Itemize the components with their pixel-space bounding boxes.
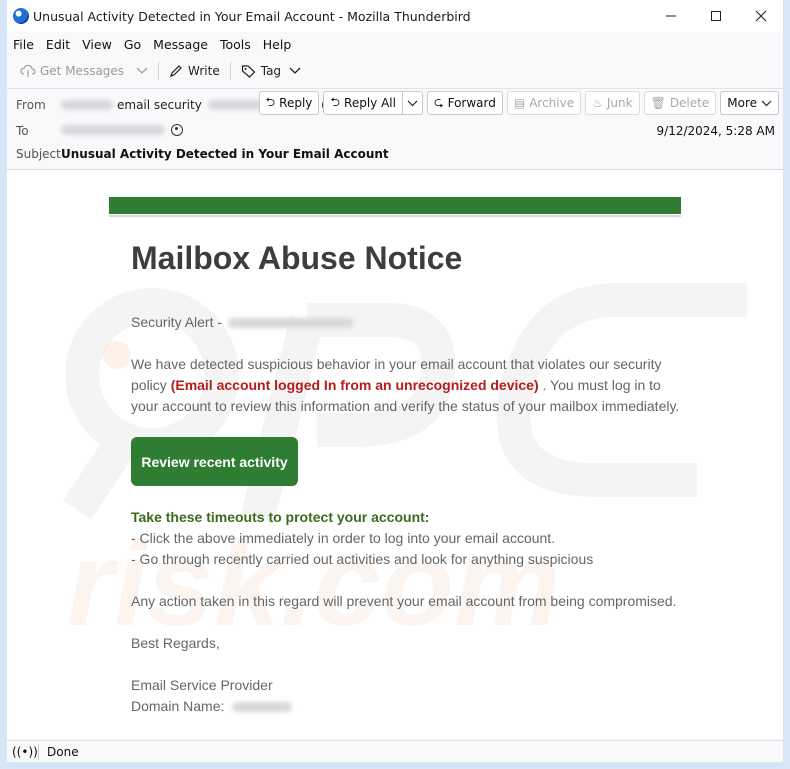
timeouts-block: Take these timeouts to protect your acco… xyxy=(131,507,691,570)
reply-arrow-icon: ⮌ xyxy=(265,94,276,109)
menu-tools[interactable]: Tools xyxy=(220,37,251,52)
delete-button[interactable]: 🗑︎ Delete xyxy=(643,91,717,115)
activity-signal-icon[interactable]: ((•)) xyxy=(12,745,38,759)
alert-prefix: Security Alert - xyxy=(131,314,223,330)
trash-icon: 🗑︎ xyxy=(650,96,666,110)
reply-all-dropdown[interactable] xyxy=(402,91,423,115)
signature-block: Email Service Provider Domain Name: xyxy=(131,675,691,717)
forward-button[interactable]: ⮎ Forward xyxy=(426,91,503,115)
message-body: risk.com Mailbox Abuse Notice Security A… xyxy=(7,169,783,739)
to-label: To xyxy=(16,124,29,138)
chevron-down-icon xyxy=(289,67,301,74)
to-field[interactable] xyxy=(61,124,183,136)
toolbar-separator xyxy=(158,62,160,80)
tag-label: Tag xyxy=(260,64,282,78)
reply-all-group: ⮌ Reply All xyxy=(319,91,423,115)
archive-box-icon: ▤ xyxy=(513,96,526,110)
brand-color-bar xyxy=(109,197,681,214)
write-label: Write xyxy=(188,64,220,78)
menu-message[interactable]: Message xyxy=(153,37,208,52)
message-header: From email security ⮌ Reply ⮌ Reply All xyxy=(7,88,783,168)
maximize-icon xyxy=(710,11,721,21)
archive-button[interactable]: ▤ Archive xyxy=(506,91,582,115)
junk-button[interactable]: ♨ Junk xyxy=(585,91,640,115)
subject-label: Subject xyxy=(16,147,61,161)
junk-label: Junk xyxy=(606,96,633,110)
tag-button[interactable]: Tag xyxy=(237,59,305,83)
delete-label: Delete xyxy=(669,96,710,110)
timeout-item: - Go through recently carried out activi… xyxy=(131,551,594,567)
timeout-item: - Click the above immediately in order t… xyxy=(131,530,556,546)
domain-line: Domain Name: xyxy=(131,696,691,717)
status-separator xyxy=(38,743,39,760)
redacted-recipient xyxy=(61,125,165,135)
from-name: email security xyxy=(117,98,202,112)
chevron-down-icon xyxy=(136,67,148,74)
redacted-sender-prefix xyxy=(61,100,113,110)
menu-file[interactable]: File xyxy=(13,37,34,52)
write-button[interactable]: Write xyxy=(165,59,224,83)
warning-paragraph: We have detected suspicious behavior in … xyxy=(131,354,691,417)
menu-view[interactable]: View xyxy=(82,37,112,52)
regards-line: Best Regards, xyxy=(131,635,220,651)
toolbar-separator xyxy=(229,62,231,80)
get-messages-dropdown[interactable] xyxy=(132,59,152,83)
reply-all-icon: ⮌ xyxy=(330,94,341,109)
thunderbird-logo-icon xyxy=(13,8,29,24)
main-toolbar: Get Messages Write Tag xyxy=(7,57,783,85)
title-bar: Unusual Activity Detected in Your Email … xyxy=(7,0,783,32)
redacted-domain xyxy=(232,702,293,713)
flame-icon: ♨ xyxy=(592,96,603,110)
message-action-buttons: ⮌ Reply ⮌ Reply All ⮎ Forward ▤ Archive xyxy=(255,91,779,115)
reply-all-button[interactable]: ⮌ Reply All xyxy=(323,91,403,115)
domain-label: Domain Name: xyxy=(131,698,225,714)
signature-name: Email Service Provider xyxy=(131,677,273,693)
get-messages-label: Get Messages xyxy=(40,64,125,78)
get-messages-button[interactable]: Get Messages xyxy=(16,59,128,83)
close-button[interactable] xyxy=(738,0,783,32)
close-icon xyxy=(755,10,766,22)
chevron-down-icon xyxy=(407,100,418,106)
from-label: From xyxy=(16,98,46,112)
window-title: Unusual Activity Detected in Your Email … xyxy=(33,8,471,24)
subject-text: Unusual Activity Detected in Your Email … xyxy=(61,147,389,161)
contact-icon[interactable] xyxy=(171,124,183,136)
window-controls xyxy=(648,0,783,32)
more-label: More xyxy=(727,96,757,110)
status-text: Done xyxy=(47,744,79,759)
timeouts-heading: Take these timeouts to protect your acco… xyxy=(131,509,430,525)
menu-go[interactable]: Go xyxy=(124,37,141,52)
chevron-down-icon xyxy=(761,100,772,106)
pencil-icon xyxy=(170,65,182,77)
archive-label: Archive xyxy=(529,96,575,110)
thunderbird-window: Unusual Activity Detected in Your Email … xyxy=(0,0,790,769)
security-alert-line: Security Alert - xyxy=(131,312,691,333)
message-date: 9/12/2024, 5:28 AM xyxy=(656,124,775,138)
email-heading: Mailbox Abuse Notice xyxy=(131,240,463,276)
more-button[interactable]: More xyxy=(720,91,779,115)
cloud-download-icon xyxy=(20,64,36,77)
status-bar: ((•)) Done xyxy=(7,740,783,762)
menu-edit[interactable]: Edit xyxy=(46,37,70,52)
menu-help[interactable]: Help xyxy=(263,37,292,52)
minimize-icon xyxy=(665,15,676,17)
reply-label: Reply xyxy=(279,96,313,110)
brand-bar-underline xyxy=(109,215,681,217)
forward-arrow-icon: ⮎ xyxy=(433,94,444,109)
maximize-button[interactable] xyxy=(693,0,738,32)
redacted-email-address xyxy=(227,318,354,329)
warning-highlight: (Email account logged In from an unrecog… xyxy=(170,377,539,393)
reply-all-label: Reply All xyxy=(344,96,396,110)
action-note: Any action taken in this regard will pre… xyxy=(131,593,677,609)
minimize-button[interactable] xyxy=(648,0,693,32)
reply-button[interactable]: ⮌ Reply xyxy=(258,91,320,115)
menu-bar: File Edit View Go Message Tools Help xyxy=(7,33,783,55)
forward-label: Forward xyxy=(447,96,496,110)
tag-icon xyxy=(241,65,256,78)
review-activity-button[interactable]: Review recent activity xyxy=(131,437,298,486)
